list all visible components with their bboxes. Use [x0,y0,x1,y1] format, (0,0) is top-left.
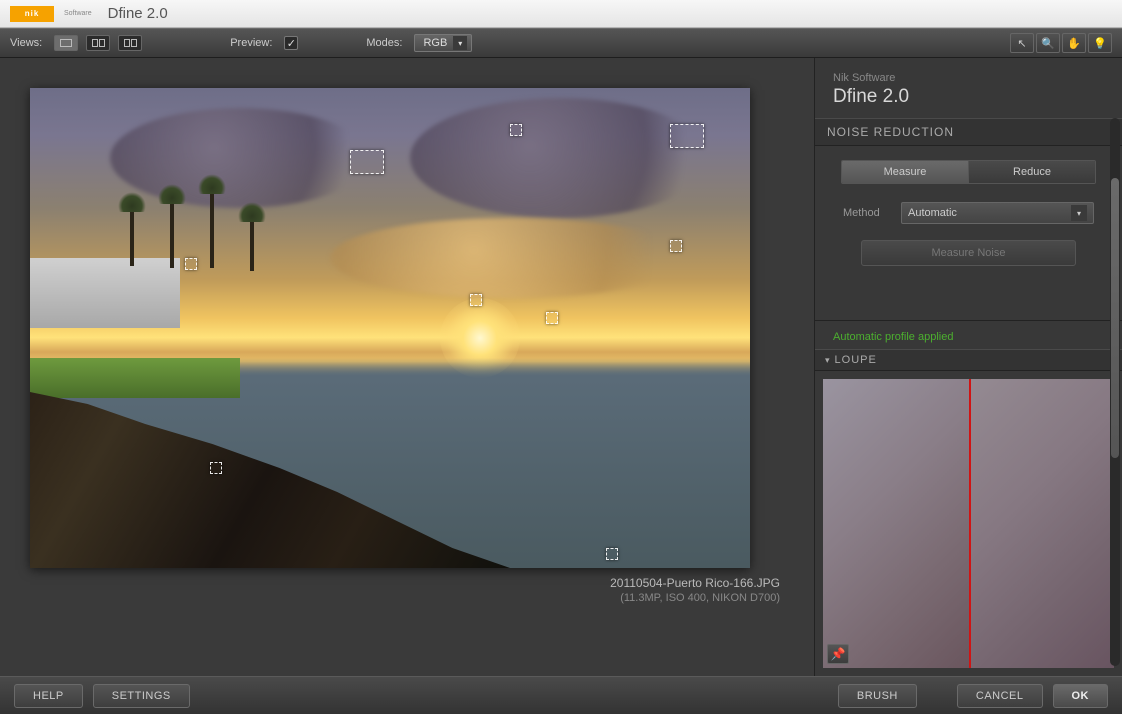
tab-measure[interactable]: Measure [842,161,969,183]
method-row: Method Automatic ▾ [831,202,1106,240]
loupe-pin-button[interactable]: 📌 [827,644,849,664]
mode-value: RGB [423,37,447,49]
method-label: Method [843,207,891,219]
image-meta: 20110504-Puerto Rico-166.JPG (11.3MP, IS… [30,576,780,604]
brush-button[interactable]: BRUSH [838,684,917,708]
view-split-vert-icon [92,39,105,47]
brand-product: Dfine 2.0 [833,86,1104,108]
sample-marker[interactable] [670,240,682,252]
brand-company: Nik Software [833,72,1104,84]
magnifier-icon: 🔍 [1041,37,1055,50]
view-split-horiz-button[interactable] [118,35,142,51]
brand-sub: Software [64,10,92,17]
view-split-vert-button[interactable] [86,35,110,51]
sample-marker[interactable] [470,294,482,306]
pointer-icon: ↖ [1017,37,1026,50]
sample-marker[interactable] [510,124,522,136]
background-tool-button[interactable]: 💡 [1088,33,1112,53]
status-message: Automatic profile applied [815,320,1122,349]
cancel-button[interactable]: CANCEL [957,684,1043,708]
view-single-icon [60,39,72,47]
hand-icon: ✋ [1067,37,1081,50]
side-scrollbar-thumb[interactable] [1111,178,1119,458]
panel-brand: Nik Software Dfine 2.0 [815,58,1122,118]
image-cloud [110,108,370,208]
preview-label: Preview: [230,37,272,49]
image-pane: 20110504-Puerto Rico-166.JPG (11.3MP, IS… [0,58,814,676]
hand-tool-button[interactable]: ✋ [1062,33,1086,53]
method-value: Automatic [908,207,957,219]
loupe-divider[interactable] [969,379,971,668]
window-titlebar: nik Software Dfine 2.0 [0,0,1122,28]
image-details: (11.3MP, ISO 400, NIKON D700) [30,592,780,604]
pin-icon: 📌 [831,647,846,661]
image-palm [250,216,254,271]
image-cloud [330,218,690,298]
sample-marker[interactable] [185,258,197,270]
sample-marker[interactable] [546,312,558,324]
side-panel: Nik Software Dfine 2.0 NOISE REDUCTION M… [814,58,1122,676]
image-grass [30,358,240,398]
brand-logo: nik [10,6,54,22]
main-area: 20110504-Puerto Rico-166.JPG (11.3MP, IS… [0,58,1122,676]
pointer-tool-button[interactable]: ↖ [1010,33,1034,53]
measure-reduce-tabs: Measure Reduce [841,160,1096,184]
corner-marker[interactable] [670,124,704,148]
loupe-header[interactable]: ▾ LOUPE [815,349,1122,371]
image-filename: 20110504-Puerto Rico-166.JPG [30,576,780,590]
chevron-down-icon: ▾ [1071,205,1087,221]
method-select[interactable]: Automatic ▾ [901,202,1094,224]
preview-checkbox[interactable]: ✓ [284,36,298,50]
loupe-view[interactable]: 📌 [823,379,1114,668]
sample-box-marker[interactable] [350,150,384,174]
lightbulb-icon: 💡 [1093,37,1107,50]
noise-reduction-body: Measure Reduce Method Automatic ▾ Measur… [815,146,1122,280]
sample-marker[interactable] [606,548,618,560]
image-building [30,258,180,328]
help-button[interactable]: HELP [14,684,83,708]
loupe-title: LOUPE [835,354,877,366]
sample-marker[interactable] [210,462,222,474]
zoom-tool-button[interactable]: 🔍 [1036,33,1060,53]
ok-button[interactable]: OK [1053,684,1109,708]
side-scrollbar[interactable] [1110,118,1120,666]
image-cloud [410,98,710,218]
image-palm [130,206,134,266]
toolbar: Views: Preview: ✓ Modes: RGB ▾ ↖ 🔍 ✋ 💡 [0,28,1122,58]
image-canvas[interactable] [30,88,750,568]
mode-select[interactable]: RGB ▾ [414,34,472,52]
view-split-horiz-icon [124,39,137,47]
image-palm [170,198,174,268]
footer: HELP SETTINGS BRUSH CANCEL OK [0,676,1122,714]
loupe-before [823,379,969,668]
measure-noise-button[interactable]: Measure Noise [861,240,1076,266]
triangle-down-icon: ▾ [825,355,831,365]
image-palm [210,188,214,268]
view-single-button[interactable] [54,35,78,51]
settings-button[interactable]: SETTINGS [93,684,190,708]
window-title: Dfine 2.0 [108,5,168,22]
noise-reduction-header: NOISE REDUCTION [815,118,1122,146]
modes-label: Modes: [366,37,402,49]
chevron-down-icon: ▾ [453,36,467,50]
tab-reduce[interactable]: Reduce [969,161,1095,183]
views-label: Views: [10,37,42,49]
loupe-after [969,379,1115,668]
